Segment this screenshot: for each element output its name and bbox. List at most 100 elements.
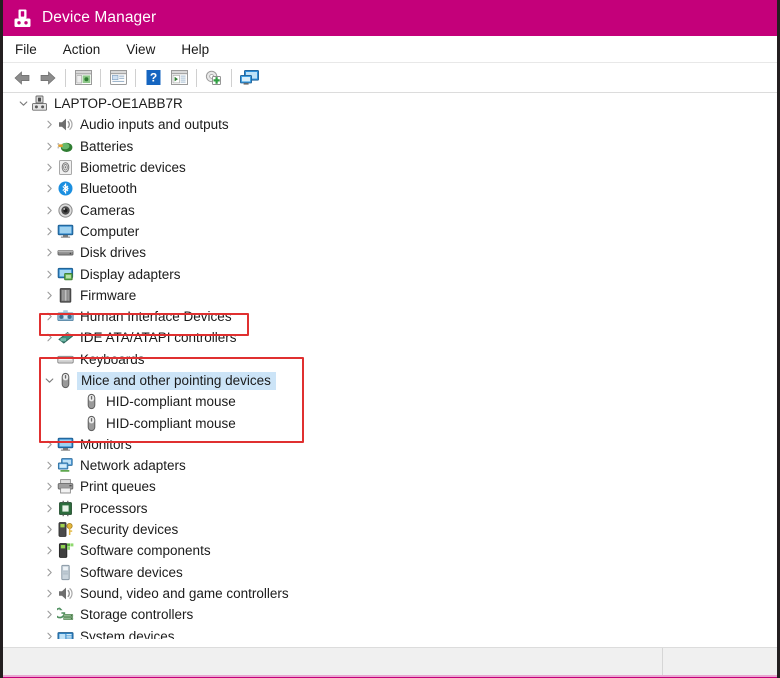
tree-item-hid-compliant-mouse[interactable]: HID-compliant mouse — [3, 391, 777, 412]
chevron-right-icon[interactable] — [42, 245, 57, 260]
tree-item-batteries[interactable]: Batteries — [3, 136, 777, 157]
show-hide-console-tree-icon[interactable] — [70, 66, 96, 90]
tree-item-storage-controllers[interactable]: Storage controllers — [3, 604, 777, 625]
back-arrow-icon[interactable] — [9, 66, 35, 90]
tree-item-security-devices[interactable]: Security devices — [3, 519, 777, 540]
chevron-right-icon[interactable] — [42, 117, 57, 132]
chevron-right-icon[interactable] — [42, 479, 57, 494]
chevron-right-icon[interactable] — [42, 607, 57, 622]
menu-item-help[interactable]: Help — [181, 40, 222, 59]
tree-item-label: Disk drives — [80, 245, 147, 261]
tree-item-label: Storage controllers — [80, 607, 194, 623]
tree-item-network-adapters[interactable]: Network adapters — [3, 455, 777, 476]
tree-item-label: Keyboards — [80, 351, 145, 367]
tree-item-processors[interactable]: Processors — [3, 498, 777, 519]
tree-root-item[interactable]: LAPTOP-OE1ABB7R — [3, 93, 777, 114]
device-tree[interactable]: LAPTOP-OE1ABB7R Audio inputs and outputs B… — [3, 93, 777, 639]
tree-item-label: Human Interface Devices — [80, 309, 232, 325]
chevron-right-icon[interactable] — [42, 629, 57, 639]
tree-item-keyboards[interactable]: Keyboards — [3, 349, 777, 370]
tree-item-software-devices[interactable]: Software devices — [3, 562, 777, 583]
chevron-down-icon[interactable] — [16, 96, 31, 111]
device-manager-window: Device Manager File Action View Help ? L… — [0, 0, 780, 678]
help-icon[interactable]: ? — [140, 66, 166, 90]
system-device-icon — [57, 628, 74, 639]
chevron-right-icon[interactable] — [42, 330, 57, 345]
tree-item-print-queues[interactable]: Print queues — [3, 476, 777, 497]
chevron-right-icon[interactable] — [42, 543, 57, 558]
chevron-right-icon[interactable] — [42, 501, 57, 516]
tree-item-hid-compliant-mouse[interactable]: HID-compliant mouse — [3, 412, 777, 433]
chevron-right-icon[interactable] — [42, 181, 57, 196]
properties-icon[interactable] — [105, 66, 131, 90]
tree-item-label: Processors — [80, 500, 148, 516]
chevron-right-icon[interactable] — [42, 139, 57, 154]
tree-item-label: Cameras — [80, 202, 135, 218]
tree-item-software-components[interactable]: Software components — [3, 540, 777, 561]
tree-item-computer[interactable]: Computer — [3, 221, 777, 242]
mouse-icon — [83, 415, 100, 432]
tree-item-label: Network adapters — [80, 458, 186, 474]
tree-item-label: LAPTOP-OE1ABB7R — [54, 96, 183, 112]
tree-item-label: Display adapters — [80, 266, 181, 282]
menu-bar: File Action View Help — [3, 36, 777, 63]
chevron-down-icon[interactable] — [42, 373, 57, 388]
tree-item-display-adapters[interactable]: Display adapters — [3, 263, 777, 284]
disable-device-icon[interactable] — [201, 66, 227, 90]
chevron-right-icon[interactable] — [42, 224, 57, 239]
menu-item-view[interactable]: View — [126, 40, 168, 59]
tree-item-label: Print queues — [80, 479, 156, 495]
network-adapter-icon — [57, 457, 74, 474]
tree-item-firmware[interactable]: Firmware — [3, 285, 777, 306]
status-bar — [3, 647, 777, 675]
scan-hardware-changes-icon[interactable] — [236, 66, 262, 90]
monitor-icon — [57, 436, 74, 453]
toolbar-separator — [196, 68, 197, 87]
tree-item-label: Mice and other pointing devices — [77, 371, 276, 390]
chevron-right-icon[interactable] — [42, 267, 57, 282]
chevron-placeholder — [68, 394, 83, 409]
title-bar: Device Manager — [3, 0, 777, 36]
chevron-placeholder — [68, 416, 83, 431]
display-adapter-icon — [57, 266, 74, 283]
svg-text:?: ? — [149, 71, 156, 85]
chevron-right-icon[interactable] — [42, 160, 57, 175]
chevron-right-icon[interactable] — [42, 309, 57, 324]
tree-item-mice-and-other-pointing-devices[interactable]: Mice and other pointing devices — [3, 370, 777, 391]
tree-item-sound-video-and-game-controllers[interactable]: Sound, video and game controllers — [3, 583, 777, 604]
menu-item-file[interactable]: File — [15, 40, 50, 59]
software-component-icon — [57, 542, 74, 559]
forward-arrow-icon[interactable] — [35, 66, 61, 90]
toolbar-separator — [65, 68, 66, 87]
chevron-right-icon[interactable] — [42, 288, 57, 303]
chevron-right-icon[interactable] — [42, 586, 57, 601]
tree-item-disk-drives[interactable]: Disk drives — [3, 242, 777, 263]
chevron-right-icon[interactable] — [42, 565, 57, 580]
mouse-icon — [83, 393, 100, 410]
tree-item-label: Audio inputs and outputs — [80, 117, 229, 133]
chevron-right-icon[interactable] — [42, 203, 57, 218]
tree-item-system-devices[interactable]: System devices — [3, 625, 777, 639]
tree-item-monitors[interactable]: Monitors — [3, 434, 777, 455]
tree-item-label: Sound, video and game controllers — [80, 585, 289, 601]
tree-item-cameras[interactable]: Cameras — [3, 199, 777, 220]
tree-item-label: HID-compliant mouse — [106, 394, 236, 410]
chevron-right-icon[interactable] — [42, 458, 57, 473]
tree-item-ide-ata-atapi-controllers[interactable]: IDE ATA/ATAPI controllers — [3, 327, 777, 348]
tree-item-label: Biometric devices — [80, 160, 186, 176]
speaker-icon — [57, 585, 74, 602]
tree-item-audio-inputs-and-outputs[interactable]: Audio inputs and outputs — [3, 114, 777, 135]
tree-item-label: IDE ATA/ATAPI controllers — [80, 330, 237, 346]
tree-item-bluetooth[interactable]: Bluetooth — [3, 178, 777, 199]
update-driver-icon[interactable] — [166, 66, 192, 90]
tree-item-human-interface-devices[interactable]: Human Interface Devices — [3, 306, 777, 327]
camera-icon — [57, 202, 74, 219]
mouse-icon — [57, 372, 74, 389]
status-bar-right-pane — [663, 648, 777, 675]
chevron-right-icon[interactable] — [42, 437, 57, 452]
tree-item-biometric-devices[interactable]: Biometric devices — [3, 157, 777, 178]
computer-root-icon — [31, 95, 48, 112]
menu-item-action[interactable]: Action — [63, 40, 114, 59]
chevron-right-icon[interactable] — [42, 522, 57, 537]
device-manager-icon — [12, 8, 33, 29]
